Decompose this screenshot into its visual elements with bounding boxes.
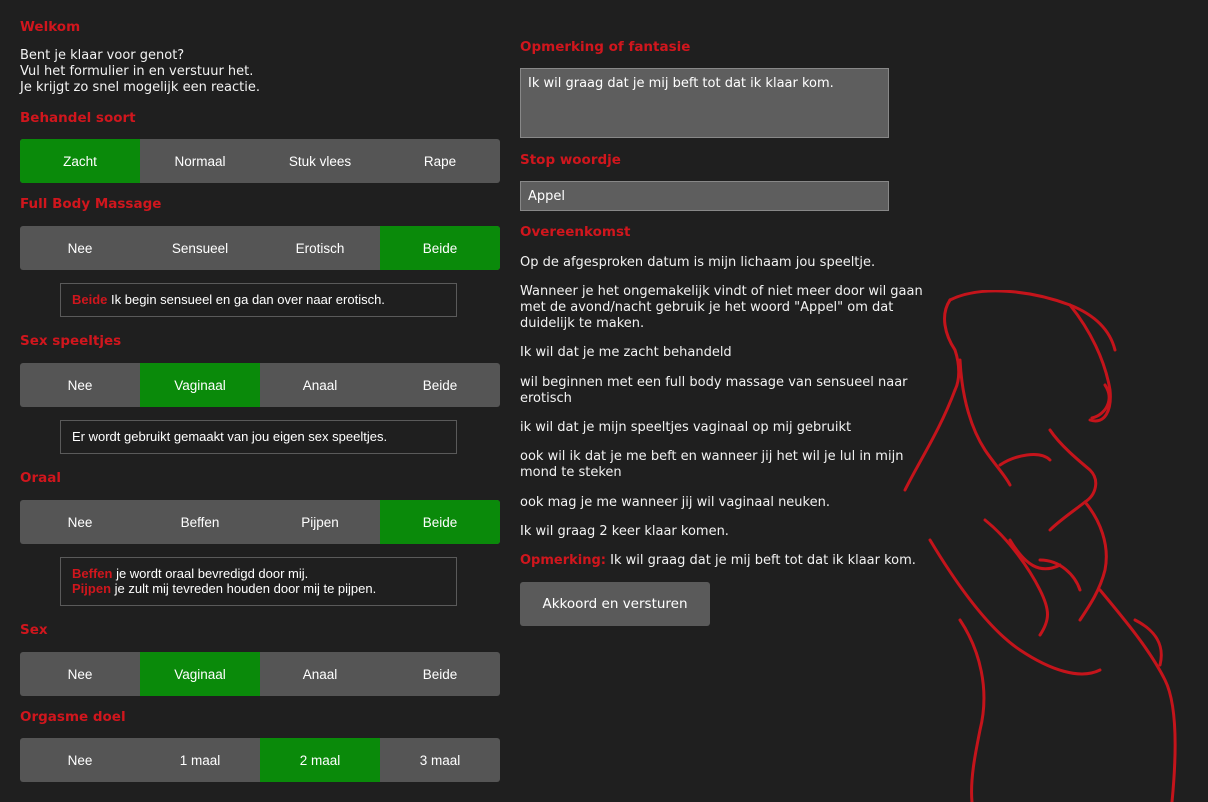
agreement-line: wil beginnen met een full body massage v… xyxy=(520,375,908,406)
info-text: je zult mij tevreden houden door mij te … xyxy=(111,581,377,596)
option-vaginaal[interactable]: Vaginaal xyxy=(140,363,260,407)
safeword-input[interactable]: Appel xyxy=(520,181,889,211)
agreement-line: ook wil ik dat je me beft en wanneer jij… xyxy=(520,449,904,480)
option-rape[interactable]: Rape xyxy=(380,139,500,183)
segmented-behandel: Zacht Normaal Stuk vlees Rape xyxy=(20,139,500,183)
safeword-value: Appel xyxy=(528,189,566,204)
submit-button[interactable]: Akkoord en versturen xyxy=(520,582,710,626)
option-nee[interactable]: Nee xyxy=(20,500,140,544)
safeword-label: Stop woordje xyxy=(520,152,621,168)
remark-key: Opmerking: xyxy=(520,553,606,568)
option-1-maal[interactable]: 1 maal xyxy=(140,738,260,782)
agreement-line: ook mag je me wanneer jij wil vaginaal n… xyxy=(520,495,830,510)
option-vaginaal[interactable]: Vaginaal xyxy=(140,652,260,696)
agreement-line: Op de afgesproken datum is mijn lichaam … xyxy=(520,255,876,270)
option-anaal[interactable]: Anaal xyxy=(260,652,380,696)
option-nee[interactable]: Nee xyxy=(20,738,140,782)
group-title-sex: Sex xyxy=(20,622,48,638)
info-text: je wordt oraal bevredigd door mij. xyxy=(112,566,309,581)
option-beide[interactable]: Beide xyxy=(380,500,500,544)
option-sensueel[interactable]: Sensueel xyxy=(140,226,260,270)
option-zacht[interactable]: Zacht xyxy=(20,139,140,183)
option-beide[interactable]: Beide xyxy=(380,363,500,407)
group-title-speeltjes: Sex speeltjes xyxy=(20,333,122,349)
option-nee[interactable]: Nee xyxy=(20,363,140,407)
group-title-behandel: Behandel soort xyxy=(20,110,136,126)
option-beide[interactable]: Beide xyxy=(380,652,500,696)
group-title-massage: Full Body Massage xyxy=(20,196,162,212)
agreement-remark: Opmerking: Ik wil graag dat je mij beft … xyxy=(520,553,940,569)
segmented-oraal: Nee Beffen Pijpen Beide xyxy=(20,500,500,544)
info-key: Beide xyxy=(72,292,108,307)
agreement-title: Overeenkomst xyxy=(520,224,631,240)
agreement-line: Wanneer je het ongemakelijk vindt of nie… xyxy=(520,284,923,331)
massage-info-box: Beide Ik begin sensueel en ga dan over n… xyxy=(60,283,457,317)
option-stuk-vlees[interactable]: Stuk vlees xyxy=(260,139,380,183)
remark-label: Opmerking of fantasie xyxy=(520,39,691,55)
option-beide[interactable]: Beide xyxy=(380,226,500,270)
group-title-oraal: Oraal xyxy=(20,470,61,486)
remark-text: Ik wil graag dat je mij beft tot dat ik … xyxy=(606,553,916,568)
welcome-title: Welkom xyxy=(20,19,81,35)
info-text: Er wordt gebruikt gemaakt van jou eigen … xyxy=(72,429,388,444)
remark-textarea[interactable]: Ik wil graag dat je mij beft tot dat ik … xyxy=(520,68,889,138)
oral-info-box: Beffen je wordt oraal bevredigd door mij… xyxy=(60,557,457,606)
option-3-maal[interactable]: 3 maal xyxy=(380,738,500,782)
segmented-massage: Nee Sensueel Erotisch Beide xyxy=(20,226,500,270)
info-key: Pijpen xyxy=(72,581,112,596)
info-text: Ik begin sensueel en ga dan over naar er… xyxy=(107,292,385,307)
segmented-sex: Nee Vaginaal Anaal Beide xyxy=(20,652,500,696)
option-pijpen[interactable]: Pijpen xyxy=(260,500,380,544)
option-2-maal[interactable]: 2 maal xyxy=(260,738,380,782)
group-title-orgasme: Orgasme doel xyxy=(20,709,126,725)
info-line: Beffen je wordt oraal bevredigd door mij… xyxy=(72,566,456,581)
info-line: Pijpen je zult mij tevreden houden door … xyxy=(72,581,456,596)
option-nee[interactable]: Nee xyxy=(20,652,140,696)
option-normaal[interactable]: Normaal xyxy=(140,139,260,183)
segmented-orgasme: Nee 1 maal 2 maal 3 maal xyxy=(20,738,500,782)
option-beffen[interactable]: Beffen xyxy=(140,500,260,544)
info-key: Beffen xyxy=(72,566,113,581)
welcome-text: Bent je klaar voor genot? Vul het formul… xyxy=(20,48,260,95)
remark-value: Ik wil graag dat je mij beft tot dat ik … xyxy=(528,76,834,91)
agreement-line: Ik wil graag 2 keer klaar komen. xyxy=(520,524,729,539)
segmented-speeltjes: Nee Vaginaal Anaal Beide xyxy=(20,363,500,407)
option-anaal[interactable]: Anaal xyxy=(260,363,380,407)
figure-illustration xyxy=(903,290,1177,802)
option-erotisch[interactable]: Erotisch xyxy=(260,226,380,270)
option-nee[interactable]: Nee xyxy=(20,226,140,270)
toys-info-box: Er wordt gebruikt gemaakt van jou eigen … xyxy=(60,420,457,454)
agreement-line: Ik wil dat je me zacht behandeld xyxy=(520,345,732,360)
agreement-line: ik wil dat je mijn speeltjes vaginaal op… xyxy=(520,420,852,435)
